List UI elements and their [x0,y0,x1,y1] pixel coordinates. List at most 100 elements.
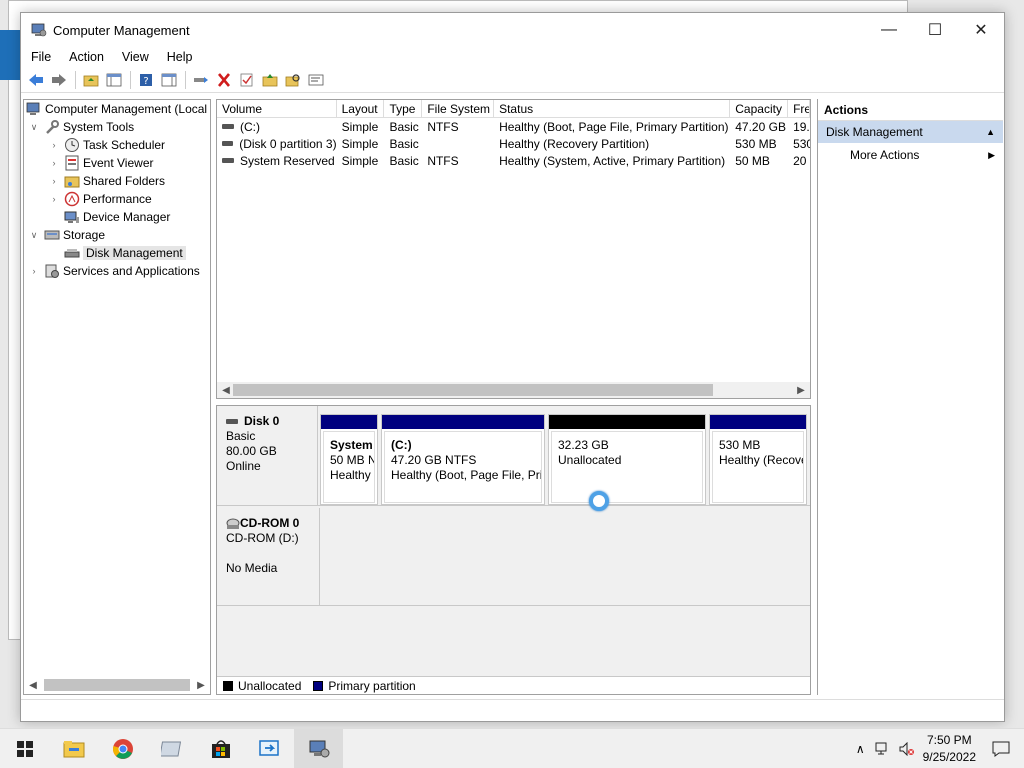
more-actions[interactable]: More Actions ▶ [818,143,1003,167]
up-level-button[interactable] [80,69,102,91]
column-header-type[interactable]: Type [384,100,423,117]
cdrom-drive: CD-ROM (D:) [226,531,299,545]
show-hide-action-pane-button[interactable] [158,69,180,91]
taskbar-clock[interactable]: 7:50 PM 9/25/2022 [923,732,976,766]
chevron-down-icon[interactable]: ∨ [28,230,40,241]
volume-row[interactable]: (Disk 0 partition 3) Simple Basic Health… [217,135,810,152]
cdrom-0-info[interactable]: CD-ROM 0 CD-ROM (D:) No Media [217,508,320,605]
properties-button[interactable] [305,69,327,91]
maximize-button[interactable]: ☐ [912,13,958,47]
column-header-file-system[interactable]: File System [422,100,495,117]
taskbar-chrome[interactable] [98,729,147,768]
scroll-left-icon[interactable]: ◀ [219,385,233,396]
back-button[interactable] [25,69,47,91]
start-button[interactable] [0,729,49,768]
tree-label: Shared Folders [83,174,166,188]
taskbar-computer-management[interactable] [294,728,343,768]
partition-recovery[interactable]: 530 MB Healthy (Recove [709,414,807,505]
collapse-up-icon[interactable]: ▲ [986,127,995,137]
cell-status: Healthy (Boot, Page File, Primary Partit… [499,119,729,134]
tree-horizontal-scrollbar[interactable]: ◀ ▶ [26,678,208,692]
column-header-free-space[interactable]: Fre [788,100,810,117]
tree-label: Task Scheduler [83,138,166,152]
menu-view[interactable]: View [122,50,149,64]
forward-button[interactable] [48,69,70,91]
cell-volume: (C:) [240,119,260,134]
partition-system-reserved[interactable]: System 50 MB N Healthy [320,414,378,505]
computer-management-icon [26,102,40,115]
taskbar-app-generic[interactable] [147,729,196,768]
computer-management-icon [309,740,329,757]
partition-c[interactable]: (C:) 47.20 GB NTFS Healthy (Boot, Page F… [381,414,545,505]
taskbar-file-explorer[interactable] [49,729,98,768]
partition-bar [321,415,377,429]
tree-item-system-tools[interactable]: ∨ System Tools [24,118,210,136]
scroll-thumb[interactable] [44,679,190,691]
menu-help[interactable]: Help [167,50,193,64]
tree-item-shared-folders[interactable]: › Shared Folders [24,172,210,190]
help-button[interactable]: ? [135,69,157,91]
partition-unallocated[interactable]: 32.23 GB Unallocated [548,414,706,505]
drive-icon [222,124,234,129]
find-button[interactable] [282,69,304,91]
cd-rom-icon [226,518,240,529]
notifications-icon[interactable] [992,741,1010,757]
column-header-volume[interactable]: Volume [217,100,337,117]
console-tree: Computer Management (Local ∨ System Tool… [23,99,211,695]
tree-item-performance[interactable]: › Performance [24,190,210,208]
show-hide-tree-button[interactable] [103,69,125,91]
remote-desktop-icon [258,739,279,756]
scroll-right-icon[interactable]: ▶ [794,385,808,396]
title-bar[interactable]: Computer Management — ☐ ✕ [21,13,1004,47]
scroll-right-icon[interactable]: ▶ [194,680,208,691]
column-header-capacity[interactable]: Capacity [730,100,789,117]
taskbar-remote-app[interactable] [245,729,294,768]
chevron-right-icon[interactable]: › [48,194,60,204]
connect-button[interactable] [190,69,212,91]
menu-action[interactable]: Action [69,50,104,64]
network-icon[interactable] [875,742,891,756]
tree-item-computer-management[interactable]: Computer Management (Local [24,100,210,118]
chevron-right-icon[interactable]: › [28,266,40,276]
volume-row[interactable]: System Reserved Simple Basic NTFS Health… [217,152,810,169]
app-window-icon [160,741,181,756]
tree-item-disk-management[interactable]: Disk Management [24,244,210,262]
volume-row[interactable]: (C:) Simple Basic NTFS Healthy (Boot, Pa… [217,118,810,135]
close-button[interactable]: ✕ [958,13,1004,47]
volume-list-horizontal-scrollbar[interactable]: ◀ ▶ [217,382,810,398]
chevron-right-icon[interactable]: › [48,176,60,186]
show-hidden-icons-chevron-up-icon[interactable]: ∧ [856,742,865,756]
actions-section-disk-management[interactable]: Disk Management ▲ [818,121,1003,143]
tools-icon [46,120,59,134]
tree-item-services-and-applications[interactable]: › Services and Applications [24,262,210,280]
tree-item-task-scheduler[interactable]: › Task Scheduler [24,136,210,154]
performance-icon [64,191,80,207]
taskbar-store[interactable] [196,729,245,768]
tree-item-device-manager[interactable]: Device Manager [24,208,210,226]
chevron-down-icon[interactable]: ∨ [28,122,40,133]
tree-item-storage[interactable]: ∨ Storage [24,226,210,244]
minimize-button[interactable]: — [866,13,912,47]
partition-size: 530 MB [719,438,761,452]
menu-file[interactable]: File [31,50,51,64]
tree-label: Storage [63,228,106,242]
check-button[interactable] [236,69,258,91]
disk-0-info[interactable]: Disk 0 Basic 80.00 GB Online [217,406,318,505]
cell-volume: (Disk 0 partition 3) [239,136,337,151]
chevron-right-icon[interactable]: › [48,158,60,168]
forward-arrow-icon [52,73,66,86]
scroll-left-icon[interactable]: ◀ [26,680,40,691]
new-folder-button[interactable] [259,69,281,91]
column-header-layout[interactable]: Layout [337,100,385,117]
cell-free-space: 19. [793,119,810,134]
help-icon: ? [140,73,152,87]
disk-name: Disk 0 [244,414,280,428]
scroll-thumb[interactable] [233,384,713,396]
chevron-right-icon[interactable]: › [48,140,60,150]
toolbar: ? [21,67,1004,93]
column-header-status[interactable]: Status [494,100,731,117]
tree-item-event-viewer[interactable]: › Event Viewer [24,154,210,172]
delete-button[interactable] [213,69,235,91]
properties-icon [308,74,324,85]
volume-muted-icon[interactable] [899,741,915,756]
